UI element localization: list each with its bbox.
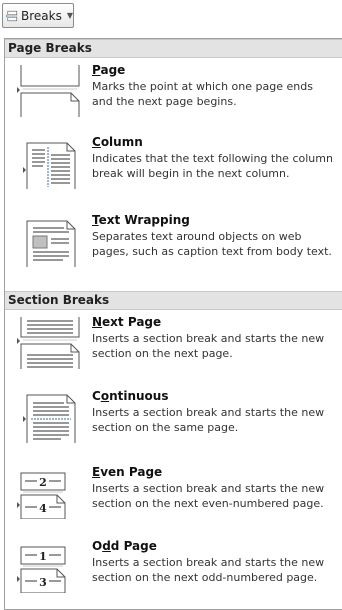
- page-number-label: 1: [39, 550, 47, 563]
- column-break-icon: [23, 142, 76, 189]
- menu-item-title: Continuous: [92, 389, 169, 403]
- menu-item-even-page[interactable]: 2 4 Even Page Inserts a section break an…: [5, 465, 342, 527]
- page-break-icon: [17, 65, 80, 117]
- menu-item-description: Marks the point at which one page ends a…: [92, 80, 313, 108]
- menu-item-title: Next Page: [92, 315, 162, 329]
- menu-item-description: Indicates that the text following the co…: [92, 152, 333, 180]
- menu-item-next-page[interactable]: Next Page Inserts a section break and st…: [5, 315, 342, 377]
- odd-page-section-icon: 1 3: [17, 546, 66, 593]
- menu-item-odd-page[interactable]: 1 3 Odd Page Inserts a section break and…: [5, 539, 342, 601]
- menu-item-title: Even Page: [92, 465, 163, 479]
- page-number-label: 4: [39, 502, 47, 515]
- menu-item-column[interactable]: Column Indicates that the text following…: [5, 135, 342, 197]
- page-break-icon: [6, 10, 18, 21]
- menu-item-title: Column: [92, 135, 143, 149]
- menu-item-description: Inserts a section break and starts the n…: [92, 406, 325, 434]
- menu-item-description: Inserts a section break and starts the n…: [92, 482, 325, 510]
- menu-item-description: Inserts a section break and starts the n…: [92, 556, 325, 584]
- menu-item-description: Separates text around objects on web pag…: [92, 230, 332, 258]
- chevron-down-icon: ▼: [66, 11, 73, 20]
- ribbon-toolbar: Breaks ▼: [0, 0, 342, 39]
- next-page-section-icon: [17, 317, 80, 369]
- breaks-label: Breaks: [21, 8, 62, 23]
- section-header-section-breaks: Section Breaks: [5, 291, 342, 310]
- menu-item-page[interactable]: Page Marks the point at which one page e…: [5, 63, 342, 125]
- menu-item-title: Odd Page: [92, 539, 157, 553]
- page-number-label: 2: [39, 476, 47, 489]
- menu-item-title: Page: [92, 63, 126, 77]
- breaks-button[interactable]: Breaks ▼: [2, 3, 74, 28]
- menu-item-continuous[interactable]: Continuous Inserts a section break and s…: [5, 389, 342, 451]
- page-number-label: 3: [39, 576, 47, 589]
- section-header-page-breaks: Page Breaks: [5, 39, 342, 58]
- breaks-dropdown-menu: Page Breaks Page Marks the point at whic…: [4, 38, 342, 610]
- continuous-section-icon: [23, 394, 76, 443]
- even-page-section-icon: 2 4: [17, 472, 66, 519]
- menu-item-description: Inserts a section break and starts the n…: [92, 332, 325, 360]
- menu-item-text-wrapping[interactable]: Text Wrapping Separates text around obje…: [5, 213, 342, 275]
- text-wrapping-icon: [26, 220, 76, 267]
- menu-item-title: Text Wrapping: [92, 213, 190, 227]
